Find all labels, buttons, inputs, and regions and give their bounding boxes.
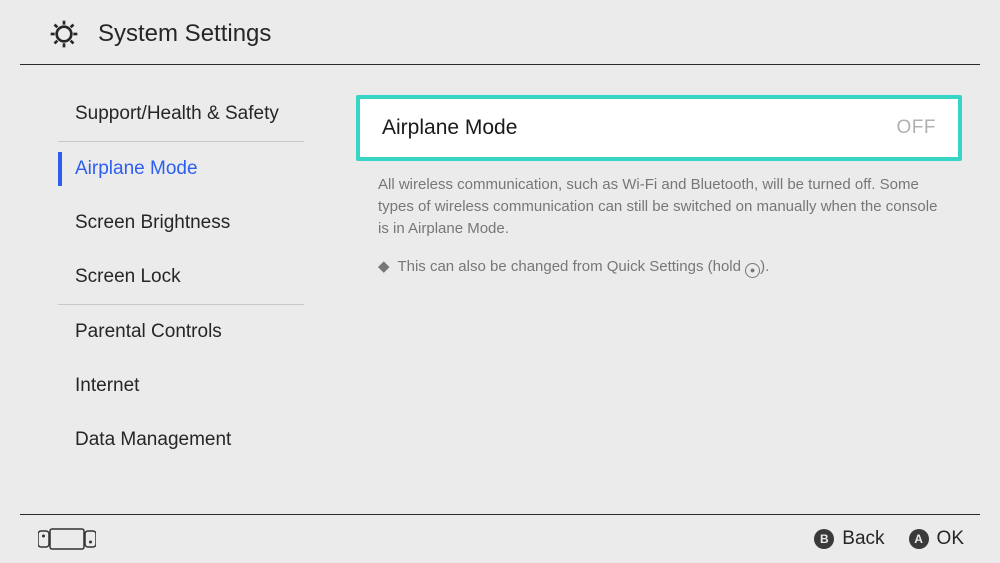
gear-icon (48, 18, 80, 50)
sidebar-item-data-management[interactable]: Data Management (58, 413, 304, 467)
setting-value: OFF (897, 117, 937, 139)
sidebar-item-label: Airplane Mode (75, 158, 198, 179)
footer: B Back A OK (0, 515, 1000, 563)
b-button-icon: B (814, 529, 834, 549)
sidebar: Support/Health & Safety Airplane Mode Sc… (20, 65, 332, 467)
sidebar-item-airplane-mode[interactable]: Airplane Mode (58, 142, 304, 196)
sidebar-item-screen-brightness[interactable]: Screen Brightness (58, 196, 304, 250)
sidebar-item-label: Support/Health & Safety (75, 103, 279, 124)
content: Airplane Mode OFF All wireless communica… (332, 65, 980, 467)
sidebar-item-label: Data Management (75, 429, 231, 450)
sidebar-group: Parental Controls Internet Data Manageme… (58, 305, 304, 467)
sidebar-item-screen-lock[interactable]: Screen Lock (58, 250, 304, 304)
sidebar-item-label: Screen Brightness (75, 212, 230, 233)
footer-actions: B Back A OK (814, 528, 964, 550)
sidebar-item-label: Parental Controls (75, 321, 222, 342)
setting-label: Airplane Mode (382, 116, 517, 140)
ok-button[interactable]: A OK (909, 528, 964, 550)
sidebar-group: Airplane Mode Screen Brightness Screen L… (58, 142, 304, 305)
a-button-icon: A (909, 529, 929, 549)
sidebar-item-support-health-safety[interactable]: Support/Health & Safety (58, 87, 304, 141)
sidebar-item-label: Screen Lock (75, 266, 181, 287)
hold-button-icon: ● (745, 263, 760, 278)
sidebar-item-internet[interactable]: Internet (58, 359, 304, 413)
setting-airplane-mode-toggle[interactable]: Airplane Mode OFF (356, 95, 962, 161)
back-label: Back (842, 528, 884, 550)
ok-label: OK (937, 528, 964, 550)
hint-suffix: ). (760, 258, 769, 275)
sidebar-item-parental-controls[interactable]: Parental Controls (58, 305, 304, 359)
sidebar-group: Support/Health & Safety (58, 87, 304, 142)
setting-hint: ◆ This can also be changed from Quick Se… (356, 239, 962, 278)
hint-text: This can also be changed from Quick Sett… (397, 258, 745, 275)
controller-icon (38, 528, 96, 550)
back-button[interactable]: B Back (814, 528, 884, 550)
header: System Settings (0, 0, 1000, 64)
page-title: System Settings (98, 20, 271, 48)
setting-description: All wireless communication, such as Wi-F… (356, 161, 962, 239)
diamond-icon: ◆ (378, 258, 390, 275)
sidebar-item-label: Internet (75, 375, 139, 396)
main: Support/Health & Safety Airplane Mode Sc… (20, 65, 980, 467)
